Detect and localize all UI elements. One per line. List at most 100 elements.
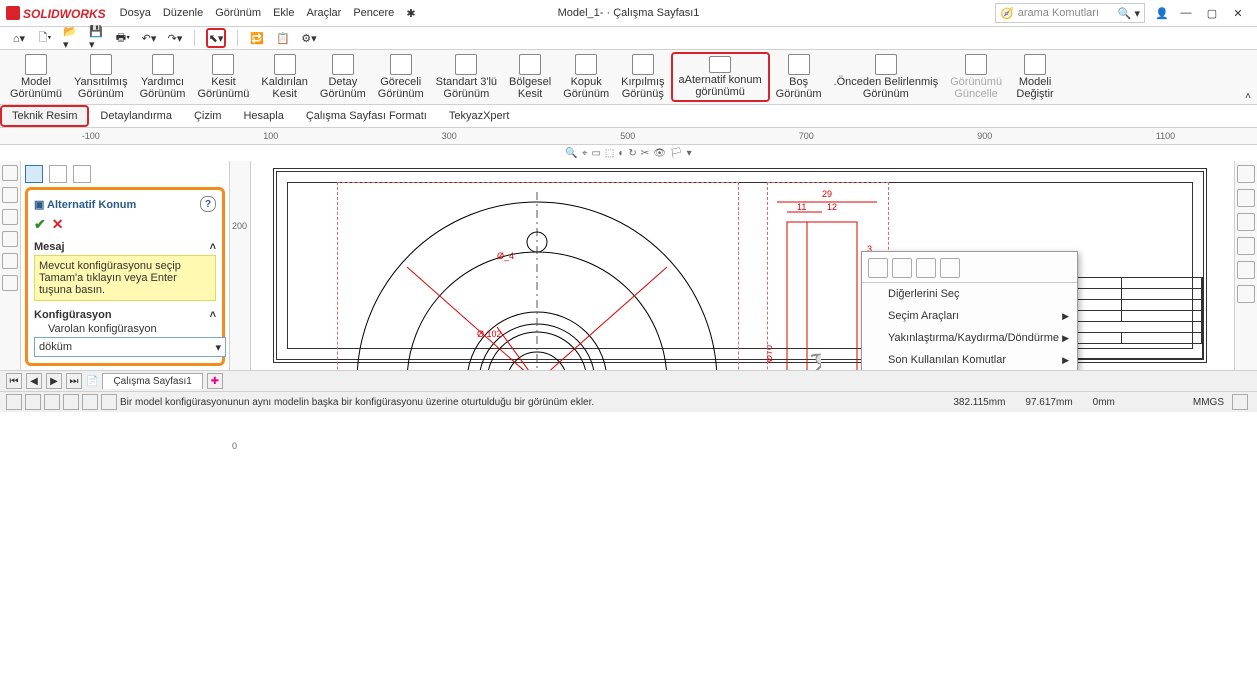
add-sheet-button[interactable]: ✚ bbox=[207, 373, 223, 389]
ribbon-collapse-icon[interactable]: ˄ bbox=[1245, 91, 1251, 102]
cmd-tab[interactable]: Hesapla bbox=[232, 106, 294, 126]
section-icon[interactable]: ✂ bbox=[641, 148, 649, 159]
cmd-tab[interactable]: Teknik Resim bbox=[0, 105, 89, 127]
cancel-button[interactable]: ✕ bbox=[52, 216, 64, 233]
rail-icon[interactable] bbox=[2, 209, 18, 225]
config-tab[interactable] bbox=[73, 165, 91, 183]
ribbon-aux-view[interactable]: YardımcıGörünüm bbox=[134, 52, 192, 102]
svg-text:11: 11 bbox=[797, 202, 806, 212]
flag-icon[interactable]: 🏳 bbox=[670, 148, 683, 159]
rail-icon[interactable] bbox=[2, 275, 18, 291]
menu-window[interactable]: Pencere bbox=[347, 5, 400, 21]
ribbon-alt-pos[interactable]: aAternatif konumgörünümü bbox=[671, 52, 770, 102]
ctx-tool-icon[interactable] bbox=[940, 258, 960, 278]
magnify-icon[interactable]: 🔍 bbox=[565, 148, 577, 159]
menu-help-icon[interactable]: ✱ bbox=[400, 5, 421, 22]
status-icon[interactable] bbox=[63, 394, 79, 410]
rebuild-icon[interactable]: 🔁 bbox=[249, 30, 265, 46]
ribbon-section-view[interactable]: KesitGörünümü bbox=[191, 52, 255, 102]
sheet-nav-prev[interactable]: ◀ bbox=[26, 373, 42, 389]
view-toolbar[interactable]: 🔍 ⌖ ▭ ⬚ ◐ ↻ ✂ 👁 🏳 ▾ bbox=[0, 145, 1257, 161]
close-button[interactable]: ✕ bbox=[1225, 3, 1251, 23]
feature-tree-tab[interactable] bbox=[25, 165, 43, 183]
ribbon-relative-view[interactable]: GöreceliGörünüm bbox=[372, 52, 430, 102]
rail-icon[interactable] bbox=[2, 165, 18, 181]
minimize-button[interactable]: — bbox=[1173, 3, 1199, 23]
ctx-tool-icon[interactable] bbox=[868, 258, 888, 278]
fit-icon[interactable]: ⬚ bbox=[605, 148, 614, 159]
menu-tools[interactable]: Araçlar bbox=[300, 5, 347, 21]
collapse-icon[interactable]: ˄ bbox=[210, 241, 216, 253]
print-icon[interactable]: 🖶▾ bbox=[115, 30, 131, 46]
sheet-nav-first[interactable]: ⏮ bbox=[6, 373, 22, 389]
status-icon[interactable] bbox=[1232, 394, 1248, 410]
ribbon-std3-view[interactable]: Standart 3'lüGörünüm bbox=[430, 52, 503, 102]
ctx-tool-icon[interactable] bbox=[916, 258, 936, 278]
help-icon[interactable]: ? bbox=[200, 196, 216, 212]
open-icon[interactable]: 📂▾ bbox=[63, 30, 79, 46]
ctx-item[interactable]: Diğerlerini Seç bbox=[862, 283, 1077, 305]
ribbon-empty-view[interactable]: BoşGörünüm bbox=[770, 52, 828, 102]
cmd-tab[interactable]: TekyazXpert bbox=[438, 106, 521, 126]
sheet-nav-last[interactable]: ⏭ bbox=[66, 373, 82, 389]
rail-icon[interactable] bbox=[1237, 189, 1255, 207]
drawing-canvas[interactable]: Ø_4 Ø 102 Ø90.51 Ø 15.88 29 11 12 3 3 Ø7… bbox=[251, 161, 1234, 370]
rail-icon[interactable] bbox=[2, 187, 18, 203]
rail-icon[interactable] bbox=[2, 253, 18, 269]
ribbon-crop-view[interactable]: KırpılmışGörünüş bbox=[615, 52, 670, 102]
ctx-item[interactable]: Seçim Araçları▶ bbox=[862, 305, 1077, 327]
options-icon[interactable]: 📋 bbox=[275, 30, 291, 46]
display-style-icon[interactable]: ◐ bbox=[618, 148, 624, 159]
status-icon[interactable] bbox=[44, 394, 60, 410]
user-icon[interactable]: 👤 bbox=[1154, 5, 1170, 21]
property-tab[interactable] bbox=[49, 165, 67, 183]
ok-button[interactable]: ✔ bbox=[34, 216, 46, 233]
undo-icon[interactable]: ↶▾ bbox=[141, 30, 157, 46]
rail-icon[interactable] bbox=[1237, 285, 1255, 303]
ribbon-projected-view[interactable]: YansıtılmışGörünüm bbox=[68, 52, 134, 102]
command-search[interactable]: 🧭 arama Komutları 🔍 ▾ bbox=[995, 3, 1145, 23]
rail-icon[interactable] bbox=[1237, 237, 1255, 255]
cmd-tab[interactable]: Çizim bbox=[183, 106, 233, 126]
settings-icon[interactable]: ⚙▾ bbox=[301, 30, 317, 46]
rect-zoom-icon[interactable]: ▭ bbox=[591, 148, 600, 159]
sheet-nav-next[interactable]: ▶ bbox=[46, 373, 62, 389]
ribbon-removed-section[interactable]: KaldırılanKesit bbox=[255, 52, 313, 102]
status-icon[interactable] bbox=[25, 394, 41, 410]
home-icon[interactable]: ⌂▾ bbox=[11, 30, 27, 46]
new-icon[interactable]: 🗋▾ bbox=[37, 30, 53, 46]
status-icon[interactable] bbox=[6, 394, 22, 410]
sheet-tab[interactable]: Çalışma Sayfası1 bbox=[102, 373, 202, 389]
status-icon[interactable] bbox=[82, 394, 98, 410]
menu-edit[interactable]: Düzenle bbox=[157, 5, 209, 21]
ribbon-detail-view[interactable]: DetayGörünüm bbox=[314, 52, 372, 102]
ctx-item[interactable]: Son Kullanılan Komutlar▶ bbox=[862, 349, 1077, 370]
config-combo[interactable]: döküm▾ bbox=[34, 337, 226, 357]
ribbon-predefined[interactable]: .Önceden BelirlenmişGörünüm bbox=[828, 52, 945, 102]
rail-icon[interactable] bbox=[1237, 165, 1255, 183]
maximize-button[interactable]: ▢ bbox=[1199, 3, 1225, 23]
ctx-tool-icon[interactable] bbox=[892, 258, 912, 278]
ctx-item[interactable]: Yakınlaştırma/Kaydırma/Döndürme▶ bbox=[862, 327, 1077, 349]
redo-icon[interactable]: ↷▾ bbox=[167, 30, 183, 46]
menu-file[interactable]: Dosya bbox=[114, 5, 157, 21]
rotate-icon[interactable]: ↻ bbox=[628, 148, 636, 159]
collapse-icon[interactable]: ˄ bbox=[210, 309, 216, 321]
status-icon[interactable] bbox=[101, 394, 117, 410]
rail-icon[interactable] bbox=[2, 231, 18, 247]
cmd-tab[interactable]: Detaylandırma bbox=[89, 106, 183, 126]
ribbon-replace-model[interactable]: ModeliDeğiştir bbox=[1008, 52, 1062, 102]
rail-icon[interactable] bbox=[1237, 261, 1255, 279]
menu-insert[interactable]: Ekle bbox=[267, 5, 300, 21]
ribbon-model-view[interactable]: ModelGörünümü bbox=[4, 52, 68, 102]
menu-view[interactable]: Görünüm bbox=[209, 5, 267, 21]
save-icon[interactable]: 💾▾ bbox=[89, 30, 105, 46]
status-hint: Bir model konfigürasyonunun aynı modelin… bbox=[120, 397, 594, 408]
zoom-area-icon[interactable]: ⌖ bbox=[582, 148, 588, 159]
ribbon-broken-out[interactable]: BölgeselKesit bbox=[503, 52, 557, 102]
rail-icon[interactable] bbox=[1237, 213, 1255, 231]
select-icon[interactable]: ⬉▾ bbox=[206, 28, 226, 48]
cmd-tab[interactable]: Çalışma Sayfası Formatı bbox=[295, 106, 438, 126]
ribbon-break-view[interactable]: KopukGörünüm bbox=[557, 52, 615, 102]
visibility-icon[interactable]: 👁 bbox=[653, 148, 666, 159]
